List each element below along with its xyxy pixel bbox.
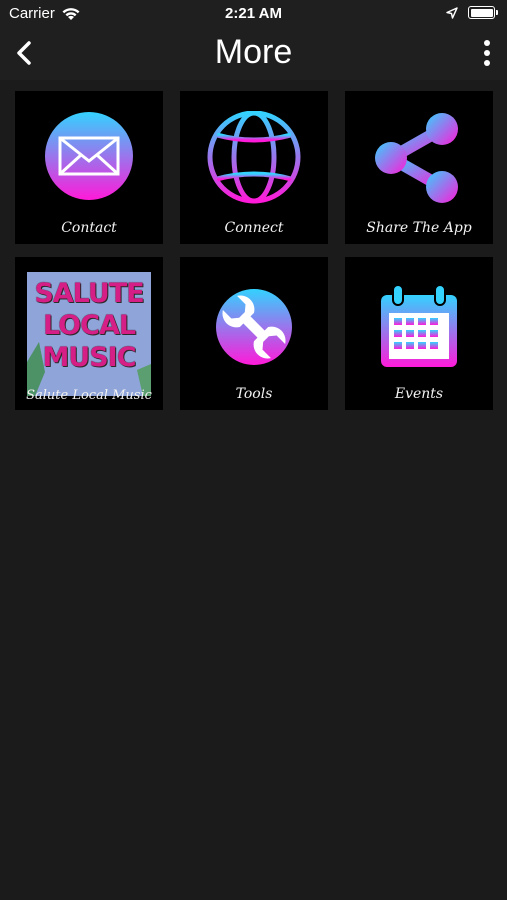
share-icon [375, 113, 458, 203]
tile-label: Share The App [366, 220, 472, 236]
tile-contact[interactable]: Contact [15, 91, 163, 244]
tile-salute-local-music[interactable]: SALUTE LOCAL MUSIC Salute Local Music [15, 257, 163, 410]
more-menu-grid: Contact Connect Share The App SALUTE LOC… [15, 91, 493, 410]
salute-local-music-logo: SALUTE LOCAL MUSIC [27, 272, 151, 396]
tile-share-the-app[interactable]: Share The App [345, 91, 493, 244]
calendar-icon [381, 284, 457, 367]
location-arrow-icon [446, 6, 458, 19]
status-time: 2:21 AM [225, 5, 282, 22]
tile-tools[interactable]: Tools [180, 257, 328, 410]
status-right [446, 6, 498, 19]
tile-label: Connect [224, 220, 284, 236]
tile-label: Contact [61, 220, 117, 236]
tile-connect[interactable]: Connect [180, 91, 328, 244]
tile-label: Events [394, 386, 444, 402]
logo-text-line: LOCAL [42, 310, 136, 341]
nav-bar: More [0, 28, 507, 80]
tile-label: Tools [235, 386, 273, 402]
mail-icon [45, 112, 133, 200]
battery-icon [468, 6, 498, 19]
wrench-icon [216, 289, 292, 365]
tile-label: Salute Local Music [26, 388, 152, 403]
globe-icon [207, 111, 301, 204]
more-options-button[interactable] [481, 38, 493, 68]
status-bar: Carrier 2:21 AM [0, 0, 507, 28]
logo-text-line: SALUTE [34, 278, 144, 309]
tile-events[interactable]: Events [345, 257, 493, 410]
page-title: More [214, 33, 293, 71]
logo-text-line: MUSIC [42, 342, 136, 373]
